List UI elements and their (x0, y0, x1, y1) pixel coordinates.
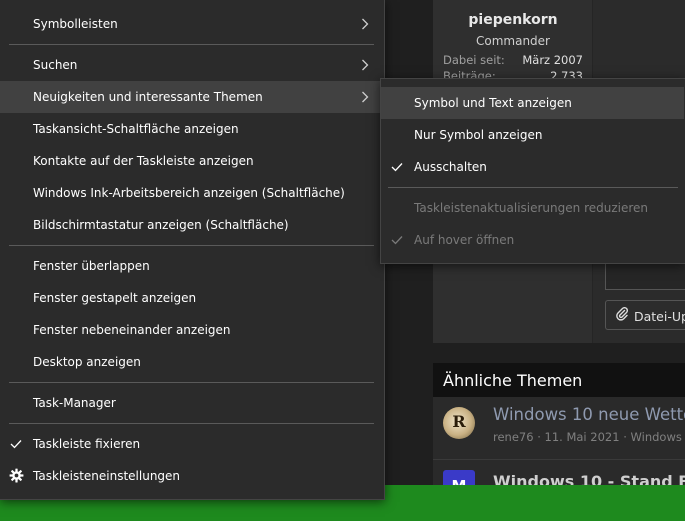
menu-item-label: Desktop anzeigen (33, 355, 141, 369)
menu-separator (9, 382, 374, 383)
menu-item-taskbar-settings[interactable]: Taskleisteneinstellungen (0, 460, 383, 492)
submenu-item-turn-off[interactable]: Ausschalten (381, 151, 684, 183)
submenu-item-open-on-hover: Auf hover öffnen (381, 224, 684, 256)
profile-user-title: Commander (476, 34, 550, 48)
menu-item-label: Auf hover öffnen (414, 233, 515, 247)
gear-icon (9, 460, 25, 492)
menu-item-label: Fenster überlappen (33, 259, 150, 273)
menu-item-task-view-button[interactable]: Taskansicht-Schaltfläche anzeigen (0, 113, 383, 145)
menu-item-label: Bildschirmtastatur anzeigen (Schaltfläch… (33, 218, 289, 232)
menu-item-label: Kontakte auf der Taskleiste anzeigen (33, 154, 254, 168)
menu-item-label: Fenster gestapelt anzeigen (33, 291, 197, 305)
menu-item-label: Windows Ink-Arbeitsbereich anzeigen (Sch… (33, 186, 345, 200)
menu-item-label: Taskansicht-Schaltfläche anzeigen (33, 122, 239, 136)
profile-username[interactable]: piepenkorn (433, 12, 593, 28)
menu-item-task-manager[interactable]: Task-Manager (0, 387, 383, 419)
submenu-item-show-icon-and-text[interactable]: Symbol und Text anzeigen (381, 87, 684, 119)
news-and-interests-submenu: Symbol und Text anzeigen Nur Symbol anze… (380, 78, 685, 264)
thread-divider (433, 459, 685, 460)
file-upload-button[interactable]: Datei-Up (605, 300, 685, 330)
menu-item-label: Symbol und Text anzeigen (414, 96, 572, 110)
thread-title[interactable]: Windows 10 neue Wetter (493, 405, 685, 424)
menu-item-windows-ink[interactable]: Windows Ink-Arbeitsbereich anzeigen (Sch… (0, 177, 383, 209)
menu-item-show-desktop[interactable]: Desktop anzeigen (0, 346, 383, 378)
menu-item-label: Nur Symbol anzeigen (414, 128, 543, 142)
chevron-right-icon (361, 81, 373, 113)
menu-item-label: Symbolleisten (33, 17, 118, 31)
similar-threads-panel: Ähnliche Themen R Windows 10 neue Wetter… (433, 363, 685, 502)
menu-item-suchen[interactable]: Suchen (0, 49, 383, 81)
checkmark-icon (391, 224, 405, 256)
menu-item-lock-taskbar[interactable]: Taskleiste fixieren (0, 428, 383, 460)
taskbar-context-menu: Symbolleisten Suchen Neuigkeiten und int… (0, 0, 385, 500)
submenu-item-show-icon-only[interactable]: Nur Symbol anzeigen (381, 119, 684, 151)
menu-item-label: Task-Manager (33, 396, 116, 410)
menu-item-contacts[interactable]: Kontakte auf der Taskleiste anzeigen (0, 145, 383, 177)
menu-item-label: Ausschalten (414, 160, 487, 174)
menu-item-symbolleisten[interactable]: Symbolleisten (0, 8, 383, 40)
menu-separator (9, 423, 374, 424)
menu-item-label: Suchen (33, 58, 78, 72)
paperclip-icon (616, 306, 629, 324)
menu-item-label: Neuigkeiten und interessante Themen (33, 90, 263, 104)
profile-stat-joined: Dabei seit: März 2007 (443, 53, 583, 67)
chevron-right-icon (361, 49, 373, 81)
menu-item-label: Taskleistenaktualisierungen reduzieren (414, 201, 649, 215)
checkmark-icon (10, 428, 24, 460)
similar-threads-heading: Ähnliche Themen (433, 363, 685, 397)
submenu-item-reduce-taskbar-updates: Taskleistenaktualisierungen reduzieren (381, 192, 684, 224)
menu-item-side-by-side[interactable]: Fenster nebeneinander anzeigen (0, 314, 383, 346)
similar-thread-item[interactable]: R Windows 10 neue Wetter rene76 · 11. Ma… (433, 397, 685, 453)
file-upload-label: Datei-Up (634, 309, 685, 324)
menu-item-stack-windows[interactable]: Fenster gestapelt anzeigen (0, 282, 383, 314)
menu-item-cascade-windows[interactable]: Fenster überlappen (0, 250, 383, 282)
menu-separator (9, 245, 374, 246)
thread-meta: rene76 · 11. Mai 2021 · Windows 10 (493, 430, 685, 444)
menu-item-label: Fenster nebeneinander anzeigen (33, 323, 231, 337)
menu-item-label: Taskleisteneinstellungen (33, 469, 181, 483)
avatar: R (443, 407, 475, 439)
checkmark-icon (391, 151, 405, 183)
menu-item-news-and-interests[interactable]: Neuigkeiten und interessante Themen (0, 81, 383, 113)
menu-separator (388, 187, 678, 188)
menu-item-touch-keyboard[interactable]: Bildschirmtastatur anzeigen (Schaltfläch… (0, 209, 383, 241)
chevron-right-icon (361, 8, 373, 40)
menu-item-label: Taskleiste fixieren (33, 437, 141, 451)
menu-separator (9, 44, 374, 45)
